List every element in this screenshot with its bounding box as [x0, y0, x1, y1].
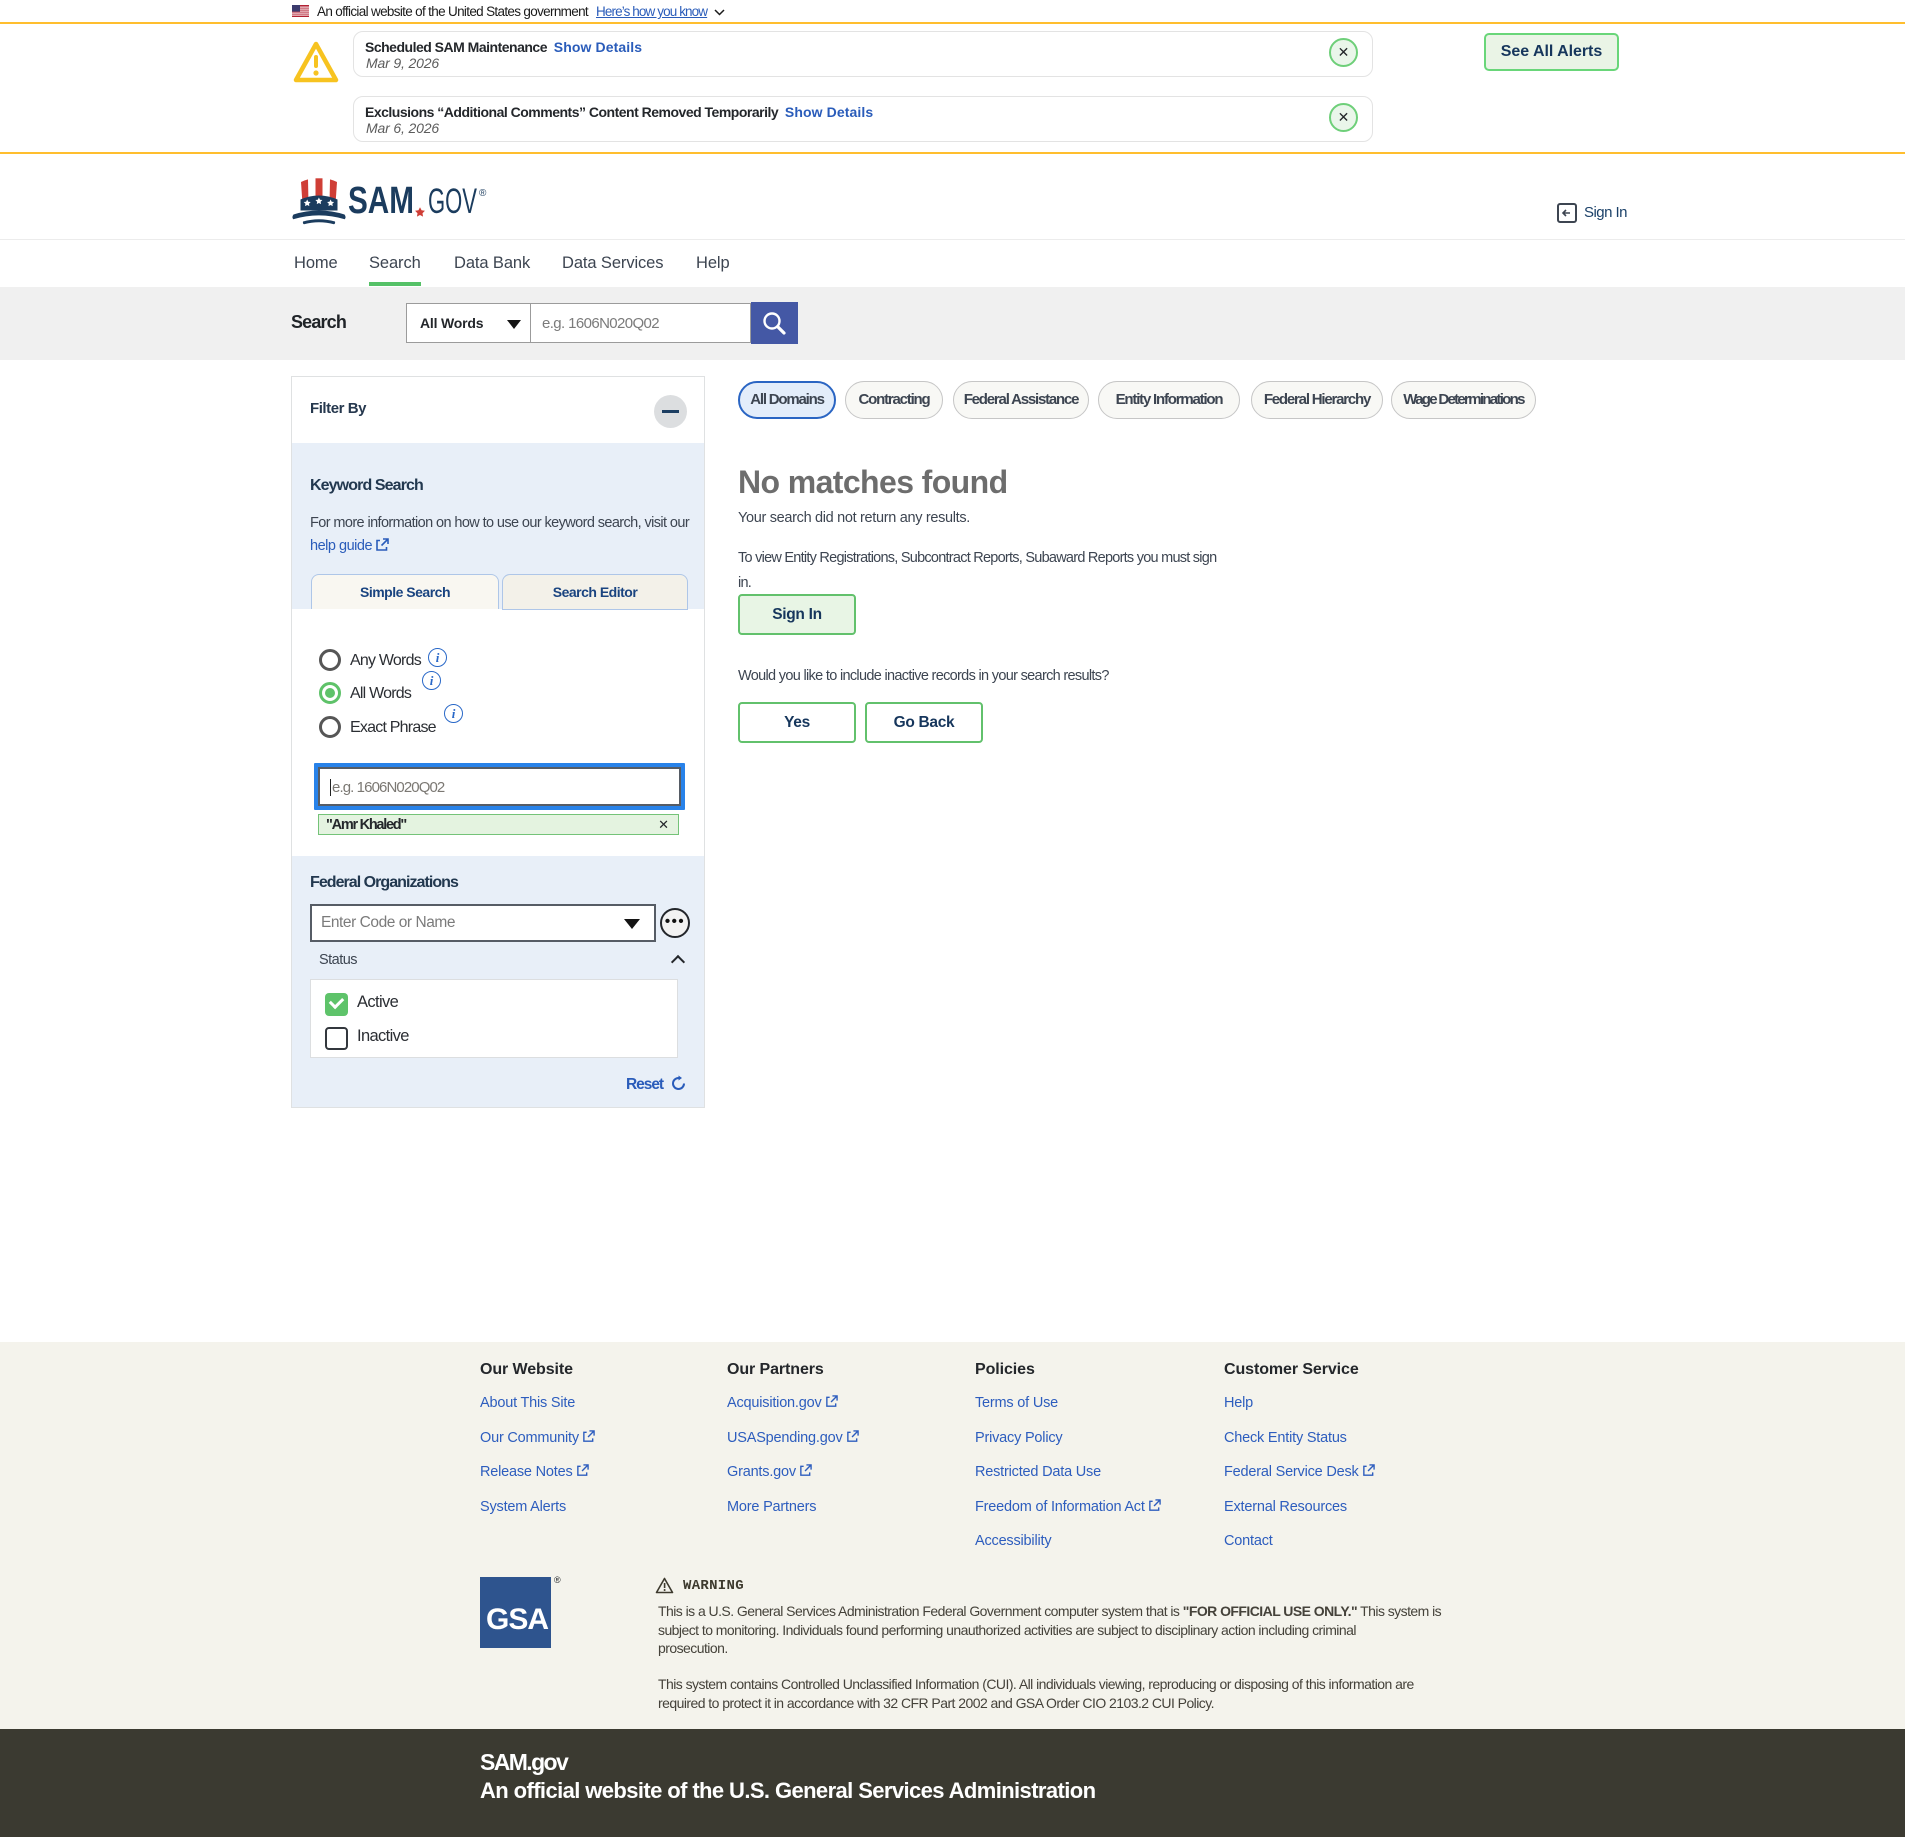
svg-text:SAM: SAM	[348, 180, 414, 222]
svg-text:GOV: GOV	[428, 182, 477, 221]
svg-text:®: ®	[479, 188, 487, 199]
